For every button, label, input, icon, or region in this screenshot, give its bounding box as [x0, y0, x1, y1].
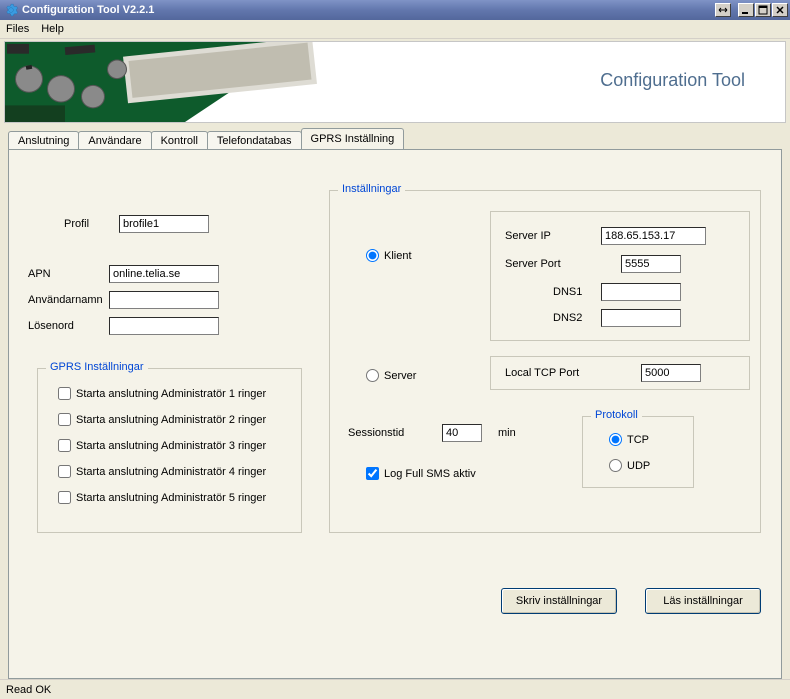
klient-radio[interactable]: Klient [366, 249, 412, 262]
settings-legend: Inställningar [338, 183, 405, 195]
status-text: Read OK [6, 684, 51, 696]
statusbar: Read OK [0, 679, 790, 699]
gprs-check-1[interactable]: Starta anslutning Administratör 1 ringer [58, 387, 266, 400]
tab-anslutning[interactable]: Anslutning [8, 131, 79, 150]
gprs-check-2-label: Starta anslutning Administratör 2 ringer [76, 414, 266, 426]
server-ip-input[interactable] [601, 227, 706, 245]
protokoll-legend: Protokoll [591, 409, 642, 421]
server-ip-label: Server IP [505, 230, 551, 242]
write-button[interactable]: Skriv inställningar [501, 588, 617, 614]
local-tcp-label: Local TCP Port [505, 367, 579, 379]
gprs-check-1-label: Starta anslutning Administratör 1 ringer [76, 388, 266, 400]
profil-label: Profil [64, 218, 89, 230]
user-label: Användarnamn [28, 294, 103, 306]
server-radio-input[interactable] [366, 369, 379, 382]
tab-container: Anslutning Användare Kontroll Telefondat… [8, 127, 782, 679]
gprs-group-legend: GPRS Inställningar [46, 361, 148, 373]
pass-label: Lösenord [28, 320, 74, 332]
protokoll-group: Protokoll TCP UDP [582, 416, 694, 488]
gprs-checkbox-3[interactable] [58, 439, 71, 452]
gprs-checkbox-1[interactable] [58, 387, 71, 400]
sessionstid-unit: min [498, 427, 516, 439]
dns2-label: DNS2 [553, 312, 582, 324]
titlebar-extra-button[interactable] [715, 3, 731, 17]
udp-radio-input[interactable] [609, 459, 622, 472]
profil-input[interactable] [119, 215, 209, 233]
maximize-button[interactable] [755, 3, 771, 17]
sessionstid-label: Sessionstid [348, 427, 404, 439]
dns1-label: DNS1 [553, 286, 582, 298]
gprs-checkbox-2[interactable] [58, 413, 71, 426]
server-port-input[interactable] [621, 255, 681, 273]
user-input[interactable] [109, 291, 219, 309]
gprs-check-2[interactable]: Starta anslutning Administratör 2 ringer [58, 413, 266, 426]
gprs-check-4-label: Starta anslutning Administratör 4 ringer [76, 466, 266, 478]
banner-brand: Configuration Tool [600, 70, 745, 91]
pcb-image [5, 42, 355, 122]
log-sms-check[interactable]: Log Full SMS aktiv [366, 467, 476, 480]
minimize-button[interactable] [738, 3, 754, 17]
klient-radio-label: Klient [384, 250, 412, 262]
klient-radio-input[interactable] [366, 249, 379, 262]
klient-inner-group: Server IP Server Port DNS1 DNS2 [490, 211, 750, 341]
menu-help[interactable]: Help [41, 23, 64, 35]
gprs-checkbox-4[interactable] [58, 465, 71, 478]
write-button-label: Skriv inställningar [516, 595, 602, 607]
tabstrip: Anslutning Användare Kontroll Telefondat… [8, 127, 782, 149]
tab-telefondatabas[interactable]: Telefondatabas [207, 131, 302, 150]
tab-kontroll[interactable]: Kontroll [151, 131, 208, 150]
server-port-label: Server Port [505, 258, 561, 270]
dns1-input[interactable] [601, 283, 681, 301]
gprs-check-5[interactable]: Starta anslutning Administratör 5 ringer [58, 491, 266, 504]
close-button[interactable] [772, 3, 788, 17]
pass-input[interactable] [109, 317, 219, 335]
log-sms-label: Log Full SMS aktiv [384, 468, 476, 480]
tcp-radio-input[interactable] [609, 433, 622, 446]
gprs-groupbox: GPRS Inställningar Starta anslutning Adm… [37, 368, 302, 533]
dns2-input[interactable] [601, 309, 681, 327]
sessionstid-input[interactable] [442, 424, 482, 442]
titlebar: Configuration Tool V2.2.1 [0, 0, 790, 20]
tab-anvandare[interactable]: Användare [78, 131, 151, 150]
log-sms-checkbox[interactable] [366, 467, 379, 480]
apn-input[interactable] [109, 265, 219, 283]
menubar: Files Help [0, 20, 790, 39]
udp-radio-label: UDP [627, 460, 650, 472]
gear-icon [4, 3, 18, 17]
server-radio[interactable]: Server [366, 369, 416, 382]
window-title: Configuration Tool V2.2.1 [22, 4, 714, 16]
gprs-check-4[interactable]: Starta anslutning Administratör 4 ringer [58, 465, 266, 478]
tcp-radio[interactable]: TCP [609, 433, 649, 446]
tcp-radio-label: TCP [627, 434, 649, 446]
tab-body: Profil APN Användarnamn Lösenord GPRS In… [8, 149, 782, 679]
local-tcp-input[interactable] [641, 364, 701, 382]
apn-label: APN [28, 268, 51, 280]
read-button[interactable]: Läs inställningar [645, 588, 761, 614]
menu-files[interactable]: Files [6, 23, 29, 35]
tab-gprs[interactable]: GPRS Inställning [301, 128, 405, 149]
read-button-label: Läs inställningar [663, 595, 743, 607]
gprs-check-5-label: Starta anslutning Administratör 5 ringer [76, 492, 266, 504]
settings-groupbox: Inställningar Klient Server IP Server Po… [329, 190, 761, 533]
gprs-check-3-label: Starta anslutning Administratör 3 ringer [76, 440, 266, 452]
udp-radio[interactable]: UDP [609, 459, 650, 472]
banner: Configuration Tool [4, 41, 786, 123]
gprs-checkbox-5[interactable] [58, 491, 71, 504]
window-buttons [714, 3, 788, 17]
server-radio-label: Server [384, 370, 416, 382]
local-tcp-group: Local TCP Port [490, 356, 750, 390]
gprs-check-3[interactable]: Starta anslutning Administratör 3 ringer [58, 439, 266, 452]
